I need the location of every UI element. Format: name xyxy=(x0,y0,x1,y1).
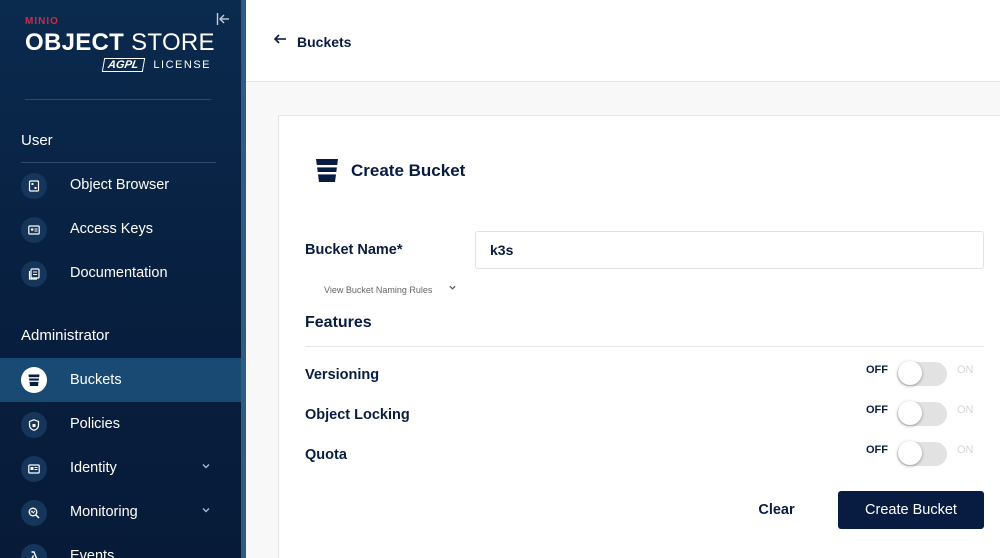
section-administrator: Administrator xyxy=(21,327,110,344)
sidebar-item-object-browser[interactable]: Object Browser xyxy=(0,165,241,207)
logo-title: OBJECT STORE xyxy=(25,29,215,56)
lambda-icon xyxy=(21,544,47,558)
object-locking-label: Object Locking xyxy=(305,407,410,423)
page-title: Create Bucket xyxy=(351,161,466,180)
access-keys-icon xyxy=(21,217,47,243)
sidebar-item-policies[interactable]: Policies xyxy=(0,404,241,446)
sidebar-item-label: Events xyxy=(70,548,115,558)
back-arrow-icon[interactable] xyxy=(273,32,287,50)
view-naming-rules-link[interactable]: View Bucket Naming Rules xyxy=(324,285,432,295)
quota-label: Quota xyxy=(305,447,347,463)
documentation-icon xyxy=(21,261,47,287)
object-locking-toggle[interactable] xyxy=(897,401,947,427)
switch-thumb xyxy=(898,441,922,465)
license-label: LICENSE xyxy=(153,59,211,71)
clear-button[interactable]: Clear xyxy=(734,491,819,529)
features-heading: Features xyxy=(305,314,372,331)
versioning-label: Versioning xyxy=(305,367,380,383)
sidebar-item-label: Identity xyxy=(70,460,117,476)
page-header: Buckets xyxy=(246,0,1000,82)
switch-on-label: ON xyxy=(957,364,974,376)
bucket-icon xyxy=(315,158,339,183)
sidebar-item-events[interactable]: Events xyxy=(0,536,241,558)
sidebar: MINIO OBJECT STORE AGPL LICENSE User Obj… xyxy=(0,0,241,558)
shield-icon xyxy=(21,412,47,438)
sidebar-item-monitoring[interactable]: Monitoring xyxy=(0,492,241,534)
license-badge: AGPL LICENSE xyxy=(101,58,215,74)
switch-on-label: ON xyxy=(957,404,974,416)
section-user: User xyxy=(21,132,53,149)
chevron-down-icon[interactable] xyxy=(448,283,457,294)
switch-off-label: OFF xyxy=(866,404,888,416)
bucket-icon xyxy=(21,367,47,393)
monitoring-icon xyxy=(21,500,47,526)
sidebar-item-access-keys[interactable]: Access Keys xyxy=(0,209,241,251)
agpl-badge: AGPL xyxy=(101,58,145,72)
bucket-name-label: Bucket Name* xyxy=(305,242,403,258)
quota-toggle[interactable] xyxy=(897,441,947,467)
object-browser-icon xyxy=(21,173,47,199)
sidebar-item-label: Buckets xyxy=(70,372,122,388)
minio-logo[interactable]: MINIO OBJECT STORE AGPL LICENSE xyxy=(25,16,215,72)
section-divider xyxy=(21,162,216,163)
create-bucket-button[interactable]: Create Bucket xyxy=(838,491,984,529)
sidebar-item-label: Monitoring xyxy=(70,504,138,520)
chevron-down-icon[interactable] xyxy=(201,505,215,519)
sidebar-item-identity[interactable]: Identity xyxy=(0,448,241,490)
sidebar-item-label: Access Keys xyxy=(70,221,153,237)
collapse-sidebar-icon[interactable] xyxy=(216,12,232,28)
sidebar-item-documentation[interactable]: Documentation xyxy=(0,253,241,295)
switch-thumb xyxy=(898,361,922,385)
versioning-toggle[interactable] xyxy=(897,361,947,387)
create-bucket-card: Create Bucket Bucket Name* View Bucket N… xyxy=(278,115,1000,558)
logo-brand: MINIO xyxy=(25,16,59,27)
sidebar-edge xyxy=(241,0,246,558)
chevron-down-icon[interactable] xyxy=(201,461,215,475)
bucket-name-input[interactable] xyxy=(475,231,984,269)
switch-thumb xyxy=(898,401,922,425)
back-to-buckets-link[interactable]: Buckets xyxy=(297,34,351,50)
switch-on-label: ON xyxy=(957,444,974,456)
logo-divider xyxy=(25,99,211,100)
sidebar-item-label: Object Browser xyxy=(70,177,170,193)
id-card-icon xyxy=(21,456,47,482)
features-divider xyxy=(305,346,984,347)
switch-off-label: OFF xyxy=(866,364,888,376)
switch-off-label: OFF xyxy=(866,444,888,456)
sidebar-item-buckets[interactable]: Buckets xyxy=(0,358,241,402)
sidebar-item-label: Documentation xyxy=(70,265,168,281)
sidebar-item-label: Policies xyxy=(70,416,120,432)
